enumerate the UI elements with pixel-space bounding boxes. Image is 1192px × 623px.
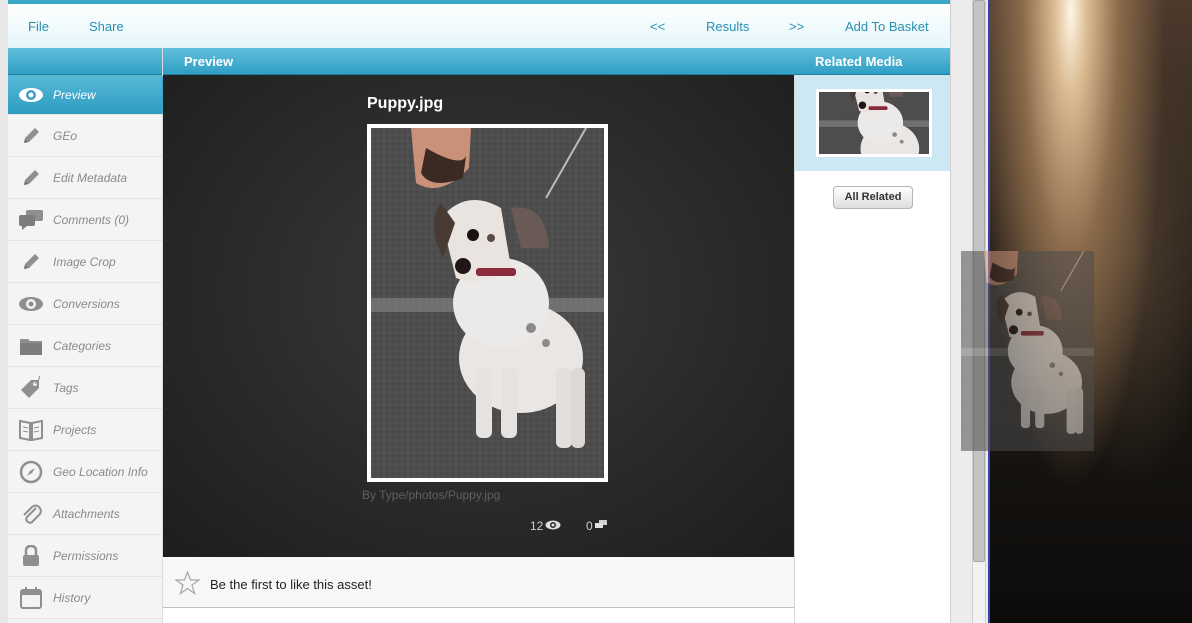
like-prompt: Be the first to like this asset!: [210, 577, 372, 592]
sidebar-item-label: Categories: [53, 338, 112, 353]
sidebar-item-label: Permissions: [53, 548, 119, 563]
preview-header: Preview: [163, 48, 794, 75]
comment-count: 0: [586, 519, 607, 533]
add-to-basket-button[interactable]: Add To Basket: [845, 19, 929, 34]
sidebar-item-permissions[interactable]: Permissions: [8, 535, 162, 577]
drag-ghost-image: [961, 251, 1094, 451]
compass-icon: [8, 451, 53, 493]
previous-result-button[interactable]: <<: [650, 19, 665, 34]
next-result-button[interactable]: >>: [789, 19, 804, 34]
asset-sidebar: Preview GEo Edit Metadata Comments (0) I…: [8, 48, 170, 623]
asset-preview-image[interactable]: [367, 124, 608, 482]
sidebar-item-edit-metadata[interactable]: Edit Metadata: [8, 157, 162, 199]
file-menu[interactable]: File: [28, 19, 49, 34]
puppy-photo: [371, 128, 604, 478]
top-menu-bar: File Share << Results >> Add To Basket: [8, 0, 950, 48]
pencil-icon: [8, 241, 53, 283]
view-count-value: 12: [530, 519, 544, 533]
related-media-panel: All Related: [794, 75, 950, 623]
eye-icon: [545, 519, 561, 533]
puppy-drag-preview: [961, 251, 1094, 451]
lock-icon: [8, 535, 53, 577]
star-icon[interactable]: [173, 570, 202, 600]
pencil-icon: [8, 115, 53, 157]
results-link[interactable]: Results: [706, 19, 749, 34]
preview-header-title: Preview: [184, 54, 234, 69]
comment-count-value: 0: [586, 519, 593, 533]
sidebar-item-label: Preview: [53, 87, 96, 102]
related-media-header-title: Related Media: [815, 54, 903, 69]
view-count: 12: [530, 519, 561, 533]
book-icon: [8, 409, 53, 451]
sidebar-item-comments[interactable]: Comments (0): [8, 199, 162, 241]
sidebar-item-preview[interactable]: Preview: [8, 74, 170, 116]
sidebar-item-label: History: [53, 590, 91, 605]
sidebar-item-label: Attachments: [53, 506, 120, 521]
pencil-icon: [8, 157, 53, 199]
share-menu[interactable]: Share: [89, 19, 124, 34]
sidebar-item-label: Image Crop: [53, 254, 116, 269]
sidebar-item-label: Projects: [53, 422, 97, 437]
sidebar-item-label: Conversions: [53, 296, 120, 311]
puppy-thumbnail: [819, 92, 929, 154]
tag-icon: [8, 367, 53, 409]
preview-panel: Puppy.jpg By Type/photos/Puppy.jpg 12 0: [163, 75, 794, 557]
sidebar-item-label: Tags: [53, 380, 79, 395]
sidebar-item-image-crop[interactable]: Image Crop: [8, 241, 162, 283]
sidebar-item-conversions[interactable]: Conversions: [8, 283, 162, 325]
asset-title: Puppy.jpg: [367, 95, 444, 112]
sidebar-item-categories[interactable]: Categories: [8, 325, 162, 367]
eye-icon: [8, 74, 53, 116]
sidebar-item-geo[interactable]: GEo: [8, 115, 162, 157]
sidebar-item-label: Edit Metadata: [53, 170, 128, 185]
paperclip-icon: [8, 493, 53, 535]
sidebar-item-label: GEo: [53, 128, 78, 143]
comments-icon: [8, 199, 53, 241]
sidebar-item-history[interactable]: History: [8, 577, 162, 619]
sidebar-item-projects[interactable]: Projects: [8, 409, 162, 451]
lower-content-area: [163, 608, 794, 623]
sidebar-item-label: Geo Location Info: [53, 464, 148, 479]
sidebar-item-tags[interactable]: Tags: [8, 367, 162, 409]
sidebar-item-geo-location-info[interactable]: Geo Location Info: [8, 451, 162, 493]
eye-icon: [8, 283, 53, 325]
related-thumbnail[interactable]: [816, 89, 932, 157]
related-media-header: Related Media: [794, 48, 950, 75]
sidebar-item-label: Comments (0): [53, 212, 130, 227]
calendar-icon: [8, 577, 53, 619]
asset-path: By Type/photos/Puppy.jpg: [362, 488, 501, 502]
sidebar-header: [8, 48, 162, 75]
like-bar: Be the first to like this asset!: [163, 557, 794, 608]
sidebar-item-attachments[interactable]: Attachments: [8, 493, 162, 535]
all-related-button[interactable]: All Related: [833, 186, 913, 209]
comments-icon: [594, 519, 607, 533]
folder-icon: [8, 325, 53, 367]
related-item-selected[interactable]: [795, 75, 950, 171]
